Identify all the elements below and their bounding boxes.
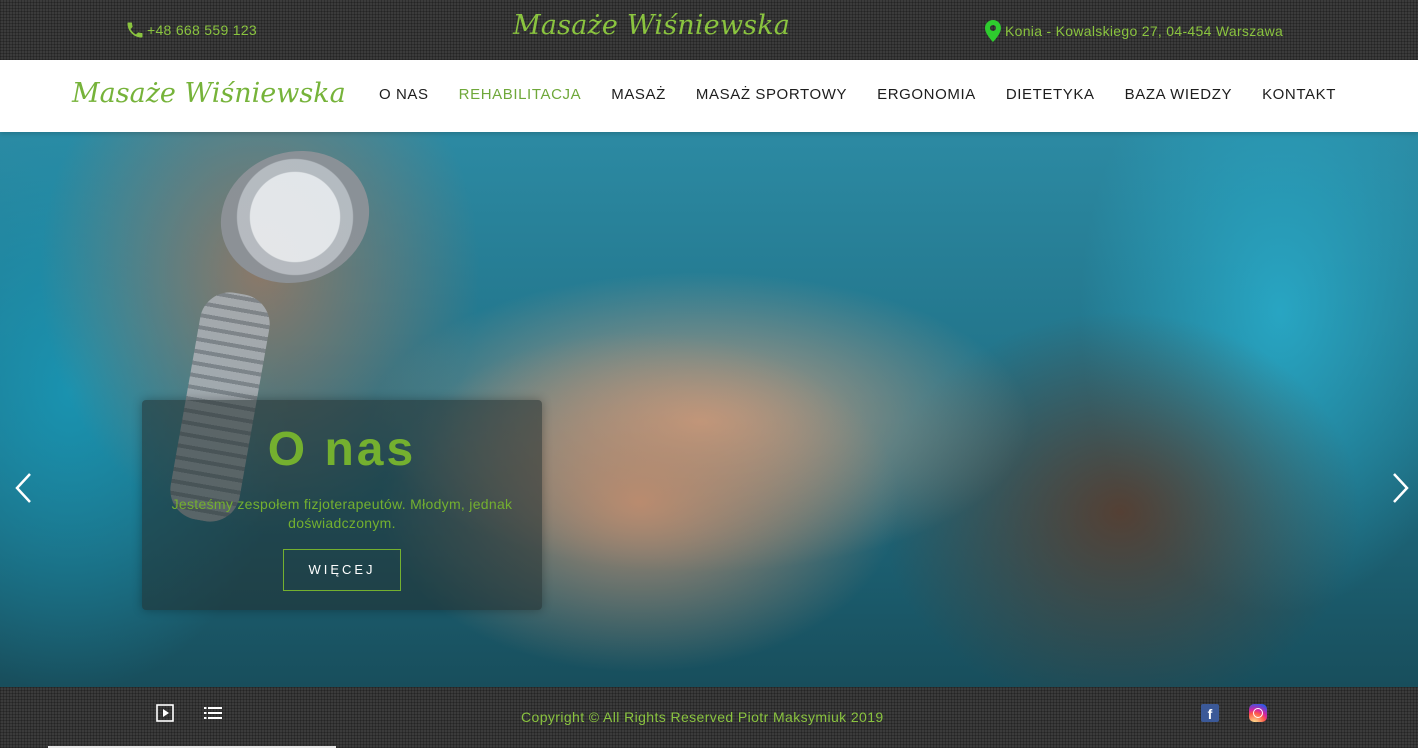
nav-item-dietetyka[interactable]: DIETETYKA xyxy=(1006,86,1095,103)
chevron-left-icon[interactable] xyxy=(12,470,36,506)
slide-caption: O nas Jesteśmy zespołem fizjoterapeutów.… xyxy=(142,400,542,610)
facebook-icon[interactable]: f xyxy=(1201,704,1219,722)
top-bar: +48 668 559 123 Masaże Wiśniewska Konia … xyxy=(0,0,1418,60)
site-logo[interactable]: Masaże Wiśniewska xyxy=(72,78,346,109)
list-icon[interactable] xyxy=(204,705,222,721)
slide-title: O nas xyxy=(267,423,417,476)
phone-icon xyxy=(127,22,143,38)
hero-image-watch xyxy=(203,132,387,302)
phone-contact[interactable]: +48 668 559 123 xyxy=(125,20,257,40)
top-brand: Masaże Wiśniewska xyxy=(513,10,791,41)
copyright-text: Copyright © All Rights Reserved Piotr Ma… xyxy=(521,709,884,725)
address-contact[interactable]: Konia - Kowalskiego 27, 04-454 Warszawa xyxy=(985,20,1283,42)
nav-item-ergonomia[interactable]: ERGONOMIA xyxy=(877,86,976,103)
phone-number: +48 668 559 123 xyxy=(147,22,257,38)
nav-item-masaz-sportowy[interactable]: MASAŻ SPORTOWY xyxy=(696,86,847,103)
address-text: Konia - Kowalskiego 27, 04-454 Warszawa xyxy=(1005,23,1284,39)
nav-item-kontakt[interactable]: KONTAKT xyxy=(1262,86,1336,103)
slide-description: Jesteśmy zespołem fizjoterapeutów. Młody… xyxy=(171,496,513,531)
main-navbar: Masaże Wiśniewska O NAS REHABILITACJA MA… xyxy=(0,60,1418,132)
map-pin-icon xyxy=(985,20,1001,42)
play-icon[interactable] xyxy=(156,704,174,722)
footer: Copyright © All Rights Reserved Piotr Ma… xyxy=(0,687,1418,748)
nav-item-baza-wiedzy[interactable]: BAZA WIEDZY xyxy=(1125,86,1232,103)
nav-item-rehabilitacja[interactable]: REHABILITACJA xyxy=(459,86,582,103)
main-menu: O NAS REHABILITACJA MASAŻ MASAŻ SPORTOWY… xyxy=(379,86,1336,103)
hero-slider: O nas Jesteśmy zespołem fizjoterapeutów.… xyxy=(0,132,1418,687)
more-button[interactable]: WIĘCEJ xyxy=(283,549,401,591)
nav-item-o-nas[interactable]: O NAS xyxy=(379,86,429,103)
nav-item-masaz[interactable]: MASAŻ xyxy=(611,86,666,103)
chevron-right-icon[interactable] xyxy=(1388,470,1412,506)
instagram-icon[interactable] xyxy=(1249,704,1267,722)
